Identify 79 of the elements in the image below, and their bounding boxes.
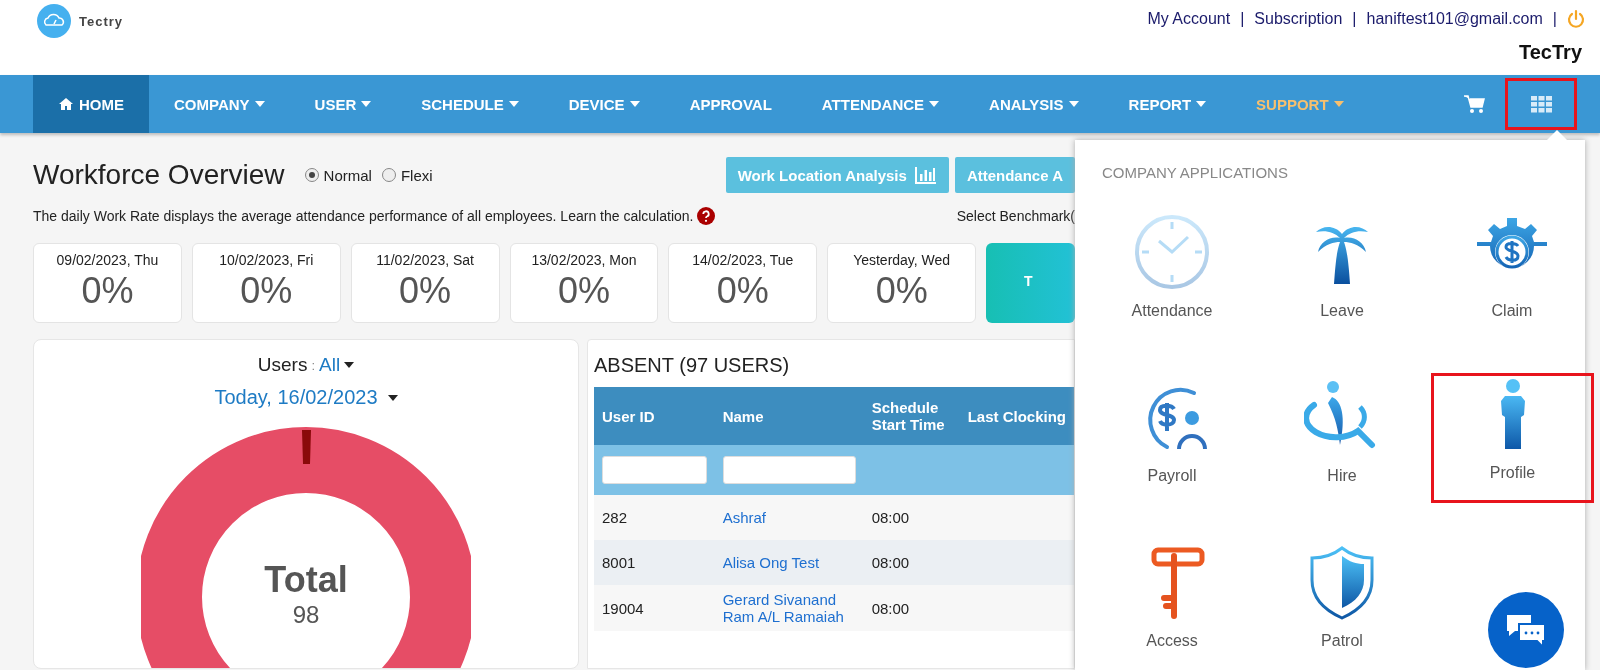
today-card: T	[986, 243, 1075, 323]
radio-circle[interactable]	[304, 168, 319, 182]
nav-tab[interactable]: SCHEDULE	[396, 75, 544, 133]
day-date: 11/02/2023, Sat	[376, 252, 474, 268]
column-header: Schedule Start Time	[863, 387, 960, 445]
user-name-link[interactable]: Ashraf	[722, 509, 767, 526]
work-rate: 0%	[557, 270, 610, 312]
nav-tab[interactable]: ATTENDANCE	[796, 75, 965, 133]
radio-circle[interactable]	[381, 168, 396, 182]
logo-text: Tectry	[79, 13, 124, 29]
description-text: The daily Work Rate displays the average attendance performance of all employees. Learn the calculation.	[33, 208, 694, 224]
filter-input[interactable]	[602, 456, 707, 484]
header-link[interactable]: My Account	[1147, 10, 1231, 28]
work-rate: 0%	[716, 270, 769, 312]
cart-icon[interactable]	[1463, 94, 1485, 114]
filter-input[interactable]	[722, 456, 856, 484]
work-rate: 0%	[81, 270, 134, 312]
app-tile[interactable]: Hire	[1257, 364, 1427, 529]
column-header: Name	[714, 387, 864, 445]
work-rate: 0%	[875, 270, 928, 312]
total-label: Total	[264, 559, 348, 601]
nav-tab[interactable]: COMPANY	[149, 75, 290, 133]
header-link[interactable]: haniftest101@gmail.com	[1366, 10, 1543, 28]
person-icon	[1498, 376, 1527, 452]
chat-bubbles-icon	[1505, 612, 1547, 648]
table-cell: 08:00	[871, 509, 910, 526]
clock-icon	[1134, 214, 1210, 290]
help-icon[interactable]	[697, 207, 716, 225]
table-cell: 282	[602, 509, 628, 526]
table-cell: 19004	[602, 599, 644, 617]
day-date: 13/02/2023, Mon	[531, 252, 637, 268]
day-date: 09/02/2023, Thu	[56, 252, 159, 268]
caret-icon[interactable]	[344, 362, 355, 368]
menu-heading: COMPANY APPLICATIONS	[1102, 164, 1289, 181]
page-title: Workforce Overview	[33, 159, 285, 191]
grid-icon	[1530, 95, 1552, 113]
power-icon[interactable]	[1567, 9, 1585, 29]
nav-tab[interactable]: USER	[289, 75, 397, 133]
app-tile[interactable]: Attendance	[1087, 199, 1257, 364]
app-tile[interactable]: Profile	[1431, 373, 1594, 503]
benchmark-label: Select Benchmark(	[956, 208, 1075, 224]
home-icon	[58, 97, 74, 111]
bar-chart-icon	[914, 166, 937, 184]
app-tile[interactable]: Payroll	[1087, 364, 1257, 529]
day-date: 10/02/2023, Fri	[219, 252, 314, 268]
separator: :	[311, 357, 316, 373]
caret-icon[interactable]	[387, 394, 398, 401]
app-tile[interactable]: Patrol	[1257, 529, 1427, 670]
nav-tab[interactable]: REPORT	[1103, 75, 1232, 133]
column-header: Last Clocking	[959, 387, 1074, 445]
users-label: Users	[257, 354, 308, 376]
app-tile[interactable]: Leave	[1257, 199, 1427, 364]
table-cell: 08:00	[871, 554, 910, 571]
app-tile[interactable]: Access	[1087, 529, 1257, 670]
nav-tab[interactable]: HOME	[33, 75, 149, 133]
absent-title: ABSENT (97 USERS)	[594, 354, 791, 377]
table-cell: 08:00	[871, 599, 910, 617]
separator: |	[1552, 10, 1557, 28]
nav-tab[interactable]: APPROVAL	[664, 75, 797, 133]
day-date: 14/02/2023, Tue	[692, 252, 794, 268]
nav-tab[interactable]: ANALYSIS	[964, 75, 1104, 133]
work-rate: 0%	[399, 270, 452, 312]
work-rate: 0%	[240, 270, 293, 312]
mode-radio[interactable]: Normal	[304, 166, 372, 184]
app-tile[interactable]: Claim	[1427, 199, 1597, 364]
date-filter[interactable]: Today, 16/02/2023	[214, 386, 378, 409]
apps-button[interactable]	[1505, 78, 1577, 130]
mode-radio[interactable]: Flexi	[381, 166, 433, 184]
column-header: User ID	[594, 387, 715, 445]
total-value: 98	[292, 601, 320, 629]
header-link[interactable]: Subscription	[1254, 10, 1343, 28]
nav-tab[interactable]: DEVICE	[543, 75, 665, 133]
company-name: TecTry	[1519, 41, 1582, 64]
day-date: Yesterday, Wed	[853, 252, 951, 268]
cloud-logo-icon	[37, 4, 71, 38]
users-filter[interactable]: All	[319, 354, 341, 376]
table-cell: 8001	[602, 554, 636, 571]
separator: |	[1240, 10, 1245, 28]
separator: |	[1352, 10, 1357, 28]
